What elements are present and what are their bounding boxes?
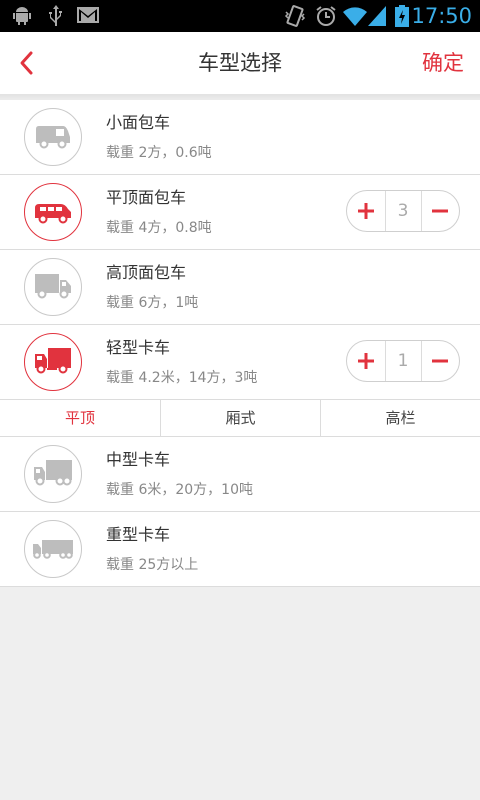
vehicle-capacity: 载重 25方以上 (106, 557, 199, 573)
vehicle-name: 平顶面包车 (106, 188, 187, 207)
vehicle-capacity: 载重 4方，0.8吨 (106, 220, 212, 236)
mini-van-icon (36, 126, 70, 149)
confirm-button[interactable]: 确定 (422, 48, 464, 78)
vehicle-name: 高顶面包车 (106, 263, 187, 282)
vehicle-icon-circle (24, 333, 82, 391)
tab-box[interactable]: 厢式 (160, 400, 320, 436)
tab-high-rail[interactable]: 高栏 (320, 400, 480, 436)
wifi-icon (343, 7, 367, 26)
decrease-button[interactable] (421, 191, 459, 231)
vehicle-capacity: 载重 6方，1吨 (106, 295, 199, 311)
vehicle-row-light-truck[interactable]: 轻型卡车 载重 4.2米，14方，3吨 1 (0, 325, 480, 400)
vehicle-name: 轻型卡车 (106, 338, 171, 357)
truck-body-tabs: 平顶 厢式 高栏 (0, 400, 480, 437)
vibrate-icon (284, 5, 306, 27)
minus-icon (432, 209, 448, 213)
vehicle-row-heavy-truck[interactable]: 重型卡车 载重 25方以上 (0, 512, 480, 587)
increase-button[interactable] (347, 341, 385, 381)
gmail-icon (77, 7, 99, 23)
vehicle-row-mini-van[interactable]: 小面包车 载重 2方，0.6吨 (0, 100, 480, 175)
heavy-truck-icon (33, 540, 73, 559)
decrease-button[interactable] (421, 341, 459, 381)
increase-button[interactable] (347, 191, 385, 231)
quantity-stepper: 1 (346, 340, 460, 382)
alarm-icon (316, 6, 336, 26)
minus-icon (432, 359, 448, 363)
high-roof-van-icon (35, 274, 71, 299)
battery-icon (395, 5, 409, 27)
clock: 17:50 (411, 4, 472, 28)
medium-truck-icon (34, 460, 72, 486)
status-bar: 17:50 (0, 0, 480, 32)
quantity-stepper: 3 (346, 190, 460, 232)
vehicle-capacity: 载重 6米，20方，10吨 (106, 482, 253, 498)
vehicle-capacity: 载重 2方，0.6吨 (106, 145, 212, 161)
vehicle-name: 小面包车 (106, 113, 171, 132)
vehicle-icon-circle (24, 445, 82, 503)
vehicle-row-medium-truck[interactable]: 中型卡车 载重 6米，20方，10吨 (0, 437, 480, 512)
vehicle-row-flat-roof-van[interactable]: 平顶面包车 载重 4方，0.8吨 3 (0, 175, 480, 250)
signal-icon (368, 6, 386, 26)
vehicle-icon-circle (24, 520, 82, 578)
plus-icon (358, 203, 374, 219)
tab-flat[interactable]: 平顶 (0, 400, 160, 436)
vehicle-list: 小面包车 载重 2方，0.6吨 平顶面包车 载重 4方，0.8吨 3 高顶面包车… (0, 100, 480, 587)
light-truck-icon (35, 348, 71, 374)
vehicle-icon-circle (24, 183, 82, 241)
vehicle-row-high-roof-van[interactable]: 高顶面包车 载重 6方，1吨 (0, 250, 480, 325)
flat-roof-van-icon (35, 204, 71, 224)
vehicle-name: 重型卡车 (106, 525, 171, 544)
page-title: 车型选择 (198, 51, 282, 75)
vehicle-capacity: 载重 4.2米，14方，3吨 (106, 370, 258, 386)
vehicle-name: 中型卡车 (106, 450, 171, 469)
vehicle-icon-circle (24, 108, 82, 166)
android-icon (13, 7, 31, 25)
empty-area (0, 590, 480, 800)
header: 车型选择 确定 (0, 32, 480, 94)
usb-icon (49, 5, 62, 26)
vehicle-icon-circle (24, 258, 82, 316)
quantity-value: 1 (397, 351, 409, 371)
quantity-value: 3 (397, 201, 409, 221)
plus-icon (358, 353, 374, 369)
